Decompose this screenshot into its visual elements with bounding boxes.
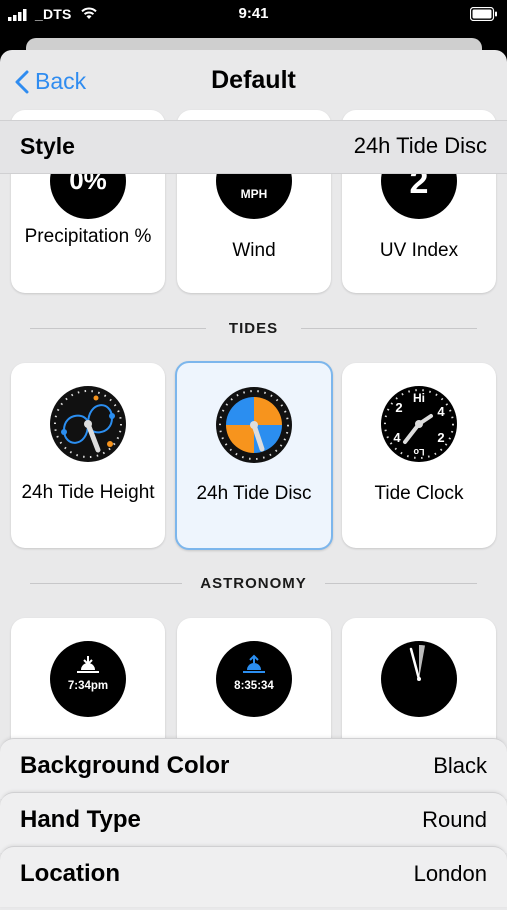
style-label: Style	[20, 133, 75, 159]
background-color-label: Background Color	[20, 752, 230, 779]
status-time: 9:41	[238, 5, 269, 22]
section-title-astronomy: ASTRONOMY	[200, 575, 307, 592]
tide-height-label: 24h Tide Height	[21, 482, 155, 503]
setting-row-hand-type[interactable]: Hand Type Round	[0, 792, 507, 853]
precipitation-label: Precipitation %	[24, 226, 152, 247]
tide-disc-label: 24h Tide Disc	[196, 483, 312, 504]
sunset-dial-text: 7:34pm	[68, 680, 108, 692]
status-bar: _DTS 9:41	[0, 0, 507, 30]
battery-icon	[470, 7, 497, 21]
hand-type-value: Round	[422, 807, 487, 832]
wind-dial-text: MPH	[241, 187, 268, 201]
complication-card-tide-height[interactable]: 24h Tide Height	[11, 363, 165, 548]
modal-sheet: Back Default Style 24h Tide Disc 0% Prec…	[0, 50, 507, 910]
tide-height-dial-icon	[50, 386, 126, 462]
tide-clock-mark-4a: 4	[437, 404, 445, 419]
daylight-dial-icon	[381, 641, 457, 717]
setting-row-location[interactable]: Location London	[0, 846, 507, 907]
style-row[interactable]: Style 24h Tide Disc	[0, 120, 507, 174]
tide-clock-mark-hi: Hi	[413, 391, 425, 405]
section-divider-tides: TIDES	[30, 319, 477, 339]
tide-clock-mark-lo: Lo	[413, 447, 424, 457]
wind-label: Wind	[232, 240, 276, 261]
complication-card-tide-clock[interactable]: Hi Lo 2 4 4 2 Tide Clock	[342, 363, 496, 548]
style-value: 24h Tide Disc	[353, 133, 487, 158]
complication-card-tide-disc[interactable]: 24h Tide Disc	[175, 361, 333, 550]
background-color-value: Black	[433, 753, 487, 778]
tide-clock-mark-2b: 2	[437, 430, 444, 445]
page-title: Default	[211, 66, 296, 94]
tide-disc-dial-icon	[216, 387, 292, 463]
tide-clock-mark-4b: 4	[393, 430, 401, 445]
sunrise-dial-text: 8:35:34	[234, 680, 274, 692]
navigation-bar: Back Default	[0, 50, 507, 118]
tide-clock-dial-icon: Hi Lo 2 4 4 2	[381, 386, 457, 462]
location-label: Location	[20, 860, 120, 887]
tide-clock-label: Tide Clock	[374, 483, 464, 504]
location-value: London	[413, 861, 487, 886]
section-divider-astronomy: ASTRONOMY	[30, 574, 477, 594]
uv-index-label: UV Index	[379, 240, 459, 261]
sunrise-dial-icon: 8:35:34	[216, 641, 292, 717]
sunset-dial-icon: 7:34pm	[50, 641, 126, 717]
hand-type-label: Hand Type	[20, 806, 141, 833]
setting-row-background-color[interactable]: Background Color Black	[0, 738, 507, 799]
section-title-tides: TIDES	[228, 320, 279, 337]
tide-clock-mark-2a: 2	[395, 400, 402, 415]
